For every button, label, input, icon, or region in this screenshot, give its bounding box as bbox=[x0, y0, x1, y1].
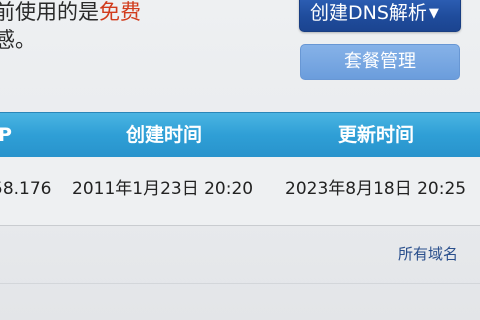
cell-ip: 58.176 bbox=[0, 179, 52, 199]
divider bbox=[0, 283, 480, 284]
table-row[interactable]: 58.176 2011年1月23日 20:20 2023年8月18日 20:25 bbox=[0, 157, 480, 226]
all-domains-link[interactable]: 所有域名 bbox=[398, 244, 458, 264]
notice-line-2: 感。 bbox=[0, 28, 36, 52]
notice-line-1: 前使用的是免费 bbox=[0, 0, 141, 24]
dns-management-page: 前使用的是免费 感。 创建DNS解析▼ 套餐管理 P 创建时间 更新时间 58.… bbox=[0, 0, 480, 320]
package-management-button[interactable]: 套餐管理 bbox=[300, 44, 460, 80]
column-header-updated: 更新时间 bbox=[338, 124, 415, 146]
table-header: P 创建时间 更新时间 bbox=[0, 112, 480, 158]
cell-updated-time: 2023年8月18日 20:25 bbox=[285, 179, 467, 199]
column-header-ip: P bbox=[0, 124, 12, 146]
chevron-down-icon: ▼ bbox=[428, 6, 439, 21]
column-header-created: 创建时间 bbox=[126, 124, 203, 146]
plan-notice: 前使用的是免费 感。 bbox=[0, 0, 290, 64]
notice-prefix: 前使用的是 bbox=[0, 0, 99, 24]
cell-created-time: 2011年1月23日 20:20 bbox=[72, 179, 254, 199]
create-dns-label: 创建DNS解析 bbox=[310, 2, 427, 24]
create-dns-button[interactable]: 创建DNS解析 ▼ bbox=[299, 0, 461, 32]
free-plan-highlight: 免费 bbox=[99, 0, 141, 24]
